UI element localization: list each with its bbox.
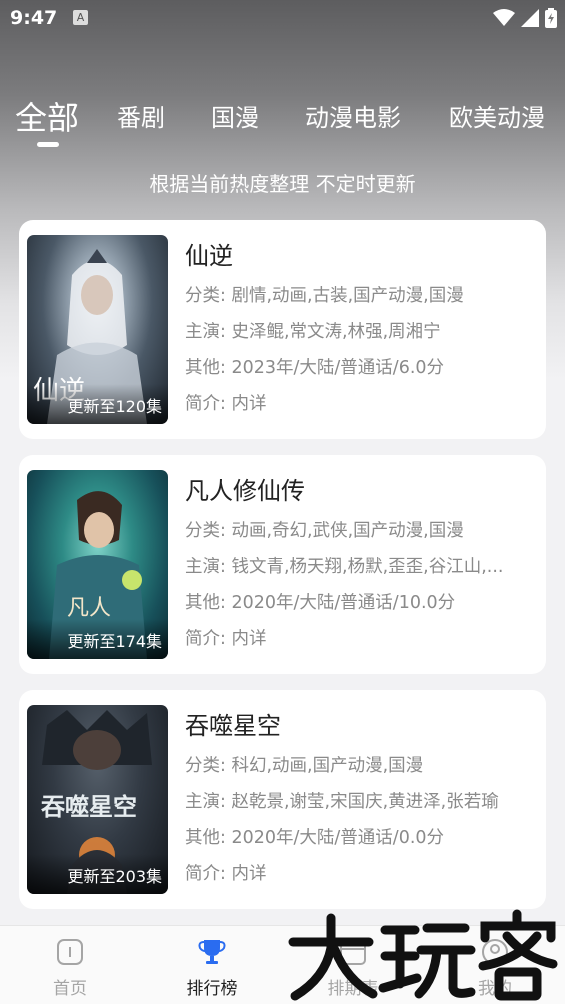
category-tabs: 全部 番剧 国漫 动漫电影 欧美动漫 bbox=[0, 90, 565, 150]
episode-badge: 更新至174集 bbox=[67, 632, 162, 651]
signal-icon bbox=[521, 9, 539, 27]
anime-title[interactable]: 凡人修仙传 bbox=[185, 471, 305, 506]
cast-row: 主演: 钱文青,杨天翔,杨默,歪歪,谷江山,... bbox=[185, 557, 504, 577]
anime-title[interactable]: 吞噬星空 bbox=[185, 706, 281, 741]
category-row: 分类: 科幻,动画,国产动漫,国漫 bbox=[185, 756, 424, 776]
tab-anime-movie[interactable]: 动漫电影 bbox=[305, 98, 401, 133]
anime-card[interactable]: 凡人 更新至174集 凡人修仙传 分类: 动画,奇幻,武侠,国产动漫,国漫 主演… bbox=[19, 455, 546, 674]
info-row: 其他: 2020年/大陆/普通话/0.0分 bbox=[185, 828, 445, 848]
episode-badge: 更新至120集 bbox=[67, 397, 162, 416]
tab-fanju[interactable]: 番剧 bbox=[117, 98, 165, 133]
poster-image[interactable]: 吞噬星空 更新至203集 bbox=[27, 705, 168, 894]
status-bar: 9:47 A bbox=[0, 0, 565, 38]
status-icons bbox=[493, 8, 557, 28]
active-tab-indicator bbox=[37, 142, 59, 147]
poster-logo-text: 凡人 bbox=[67, 596, 112, 621]
intro-row: 简介: 内详 bbox=[185, 629, 267, 649]
nav-ranking[interactable]: 排行榜 bbox=[172, 938, 252, 999]
status-time: 9:47 bbox=[10, 7, 58, 29]
info-row: 其他: 2020年/大陆/普通话/10.0分 bbox=[185, 593, 456, 613]
poster-image[interactable]: 凡人 更新至174集 bbox=[27, 470, 168, 659]
cast-row: 主演: 赵乾景,谢莹,宋国庆,黄进泽,张若瑜 bbox=[185, 792, 499, 812]
trophy-icon bbox=[198, 940, 226, 964]
anime-card[interactable]: 吞噬星空 更新至203集 吞噬星空 分类: 科幻,动画,国产动漫,国漫 主演: … bbox=[19, 690, 546, 909]
notification-icon: A bbox=[73, 10, 88, 25]
category-row: 分类: 剧情,动画,古装,国产动漫,国漫 bbox=[185, 286, 464, 306]
intro-row: 简介: 内详 bbox=[185, 864, 267, 884]
intro-row: 简介: 内详 bbox=[185, 394, 267, 414]
nav-home[interactable]: 首页 bbox=[30, 938, 110, 999]
tab-guoman[interactable]: 国漫 bbox=[211, 98, 259, 133]
category-row: 分类: 动画,奇幻,武侠,国产动漫,国漫 bbox=[185, 521, 464, 541]
ranking-subtitle: 根据当前热度整理 不定时更新 bbox=[149, 172, 416, 196]
cast-row: 主演: 史泽鲲,常文涛,林强,周湘宁 bbox=[185, 322, 441, 342]
poster-image[interactable]: 仙逆 更新至120集 bbox=[27, 235, 168, 424]
poster-logo-text: 吞噬星空 bbox=[41, 793, 137, 821]
anime-card[interactable]: 仙逆 更新至120集 仙逆 分类: 剧情,动画,古装,国产动漫,国漫 主演: 史… bbox=[19, 220, 546, 439]
tab-western-anime[interactable]: 欧美动漫 bbox=[449, 98, 545, 133]
home-icon bbox=[57, 939, 83, 965]
tab-all[interactable]: 全部 bbox=[15, 93, 79, 139]
anime-title[interactable]: 仙逆 bbox=[185, 236, 233, 271]
wifi-icon bbox=[493, 9, 515, 26]
episode-badge: 更新至203集 bbox=[67, 867, 162, 886]
battery-icon bbox=[545, 8, 557, 28]
info-row: 其他: 2023年/大陆/普通话/6.0分 bbox=[185, 358, 445, 378]
watermark-logo bbox=[288, 909, 558, 1001]
